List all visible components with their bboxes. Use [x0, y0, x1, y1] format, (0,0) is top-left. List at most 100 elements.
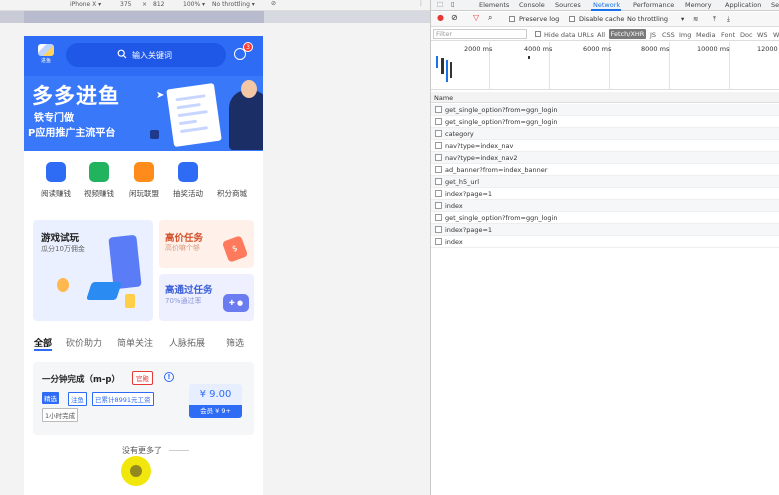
filter-icon[interactable]: ▽ [473, 13, 479, 22]
request-name: category [445, 130, 474, 138]
filter-input[interactable]: Filter [433, 29, 527, 39]
request-row[interactable]: index?page=1 [431, 224, 779, 236]
cube-illustration [86, 282, 122, 300]
filter-type-media[interactable]: Media [696, 31, 716, 39]
nav-points-mall[interactable]: 积分商城 [210, 162, 254, 199]
record-icon[interactable]: ● [437, 13, 444, 22]
request-row[interactable]: index [431, 236, 779, 248]
zoom-select[interactable]: 100% ▾ [183, 1, 205, 8]
request-row[interactable]: get_h5_url [431, 176, 779, 188]
banner-document-illustration [166, 82, 222, 148]
device-toggle-icon[interactable]: ▯ [451, 0, 455, 8]
card-high-pass[interactable]: 高通过任务 70%通过率 ✚ ● [159, 274, 254, 321]
clear-icon[interactable]: ⊘ [451, 13, 458, 22]
throttling-select[interactable]: No throttling [627, 15, 668, 23]
disable-cache-checkbox[interactable] [569, 16, 575, 22]
ruler-segment [24, 11, 264, 23]
width-input[interactable]: 375 [120, 1, 131, 8]
tab-memory[interactable]: Memory [685, 1, 711, 9]
filter-type-img[interactable]: Img [679, 31, 691, 39]
price-box[interactable]: ¥ 9.00 会员 ¥ 9+ [189, 384, 242, 418]
request-type-icon [435, 202, 442, 209]
filter-type-wasm[interactable]: W [773, 31, 779, 39]
height-input[interactable]: 812 [153, 1, 164, 8]
search-icon[interactable]: ⌕ [488, 13, 492, 23]
task-tag: 已累计8991元工资 [92, 392, 154, 406]
tab-performance[interactable]: Performance [633, 1, 674, 9]
card-title: 高通过任务 [165, 285, 213, 296]
inspect-icon[interactable]: ⬚ [437, 0, 443, 8]
network-conditions-icon[interactable]: ≋ [693, 15, 698, 23]
nav-game-league[interactable]: 闲玩联盟 [122, 162, 166, 199]
request-row[interactable]: nav?type=index_nav [431, 140, 779, 152]
card-high-price[interactable]: 高价任务 高价嘛个够 $ [159, 220, 254, 268]
filter-type-doc[interactable]: Doc [740, 31, 753, 39]
devtools-panel: ⬚ ▯ Elements Console Sources Network Per… [430, 0, 779, 495]
request-row[interactable]: get_single_option?from=ggn_login [431, 116, 779, 128]
promo-banner[interactable]: 多多进鱼 铁专门做 P应用推广主流平台 ➤ [24, 76, 263, 151]
tab-all[interactable]: 全部 [34, 336, 52, 349]
filter-type-xhr[interactable]: Fetch/XHR [609, 29, 646, 39]
filter-type-ws[interactable]: WS [757, 31, 768, 39]
tab-bargain[interactable]: 砍价助力 [66, 336, 102, 349]
tab-network[interactable]: Network [593, 1, 620, 9]
upload-icon[interactable]: ⤒ [713, 15, 716, 24]
info-icon[interactable]: ! [164, 372, 174, 382]
device-select[interactable]: iPhone X ▾ [70, 1, 101, 8]
request-name: get_h5_url [445, 178, 480, 186]
app-logo[interactable]: 进鱼 [36, 44, 56, 66]
tab-sources[interactable]: Sources [555, 1, 581, 9]
tab-simple-follow[interactable]: 简单关注 [117, 336, 153, 349]
search-input[interactable]: 输入关键词 [66, 43, 226, 67]
request-row[interactable]: get_single_option?from=ggn_login [431, 104, 779, 116]
active-tab-indicator [591, 9, 621, 11]
throttling-select[interactable]: No throttling ▾ [212, 1, 255, 8]
timeline-tick: 4000 ms [524, 45, 553, 53]
requests-table-header[interactable]: Name [431, 92, 779, 103]
media-query-ruler[interactable] [0, 11, 430, 23]
request-name: get_single_option?from=ggn_login [445, 214, 558, 222]
request-row[interactable]: category [431, 128, 779, 140]
tab-application[interactable]: Application [725, 1, 761, 9]
request-row[interactable]: index?page=1 [431, 188, 779, 200]
card-subtitle: 70%通过率 [165, 297, 202, 305]
download-icon[interactable]: ⤓ [727, 15, 730, 24]
rotate-icon[interactable]: ⊘ [271, 0, 276, 7]
nav-video-earn[interactable]: 视频赚钱 [77, 162, 121, 199]
timeline-tick: 2000 ms [464, 45, 493, 53]
filter-type-js[interactable]: JS [650, 31, 656, 39]
filter-type-all[interactable]: All [597, 31, 605, 39]
request-type-icon [435, 106, 442, 113]
task-card[interactable]: 一分钟完成（m-p） 官殿 ! 精选 注鱼 已累计8991元工资 1小时完成 ¥… [33, 362, 254, 435]
request-row[interactable]: ad_banner?from=index_banner [431, 164, 779, 176]
task-tag: 注鱼 [68, 392, 87, 406]
network-overview-timeline[interactable]: 2000 ms 4000 ms 6000 ms 8000 ms 10000 ms… [431, 42, 779, 90]
tab-console[interactable]: Console [519, 1, 545, 9]
hide-data-urls-checkbox[interactable] [535, 31, 541, 37]
task-tag: 1小时完成 [42, 408, 79, 422]
request-row[interactable]: index [431, 200, 779, 212]
filter-type-font[interactable]: Font [721, 31, 735, 39]
card-title: 高价任务 [165, 233, 204, 244]
name-column-header[interactable]: Name [434, 94, 453, 102]
kebab-icon[interactable]: ⋮ [418, 0, 424, 7]
nav-read-earn[interactable]: 阅读赚钱 [34, 162, 78, 199]
tab-network-expand[interactable]: 人脉拓展 [169, 336, 205, 349]
request-row[interactable]: get_single_option?from=ggn_login [431, 212, 779, 224]
nav-lottery[interactable]: 抽奖活动 [166, 162, 210, 199]
request-name: nav?type=index_nav [445, 142, 514, 150]
filter-type-css[interactable]: CSS [662, 31, 675, 39]
card-game-trial[interactable]: 游戏试玩 瓜分10万佣金 [33, 220, 153, 321]
preserve-log-checkbox[interactable] [509, 16, 515, 22]
request-type-icon [435, 130, 442, 137]
request-type-icon [435, 118, 442, 125]
tab-filter[interactable]: 筛选 [226, 336, 244, 349]
phone-viewport: 进鱼 输入关键词 3 多多进鱼 铁专门做 P应用推广主流平台 ➤ 阅读赚钱 视频… [24, 36, 263, 495]
request-type-icon [435, 190, 442, 197]
chevron-down-icon[interactable]: ▾ [681, 15, 684, 23]
request-row[interactable]: nav?type=index_nav2 [431, 152, 779, 164]
request-name: ad_banner?from=index_banner [445, 166, 548, 174]
tab-security[interactable]: Se [771, 1, 779, 9]
tab-elements[interactable]: Elements [479, 1, 509, 9]
nav-label: 视频赚钱 [84, 189, 114, 198]
